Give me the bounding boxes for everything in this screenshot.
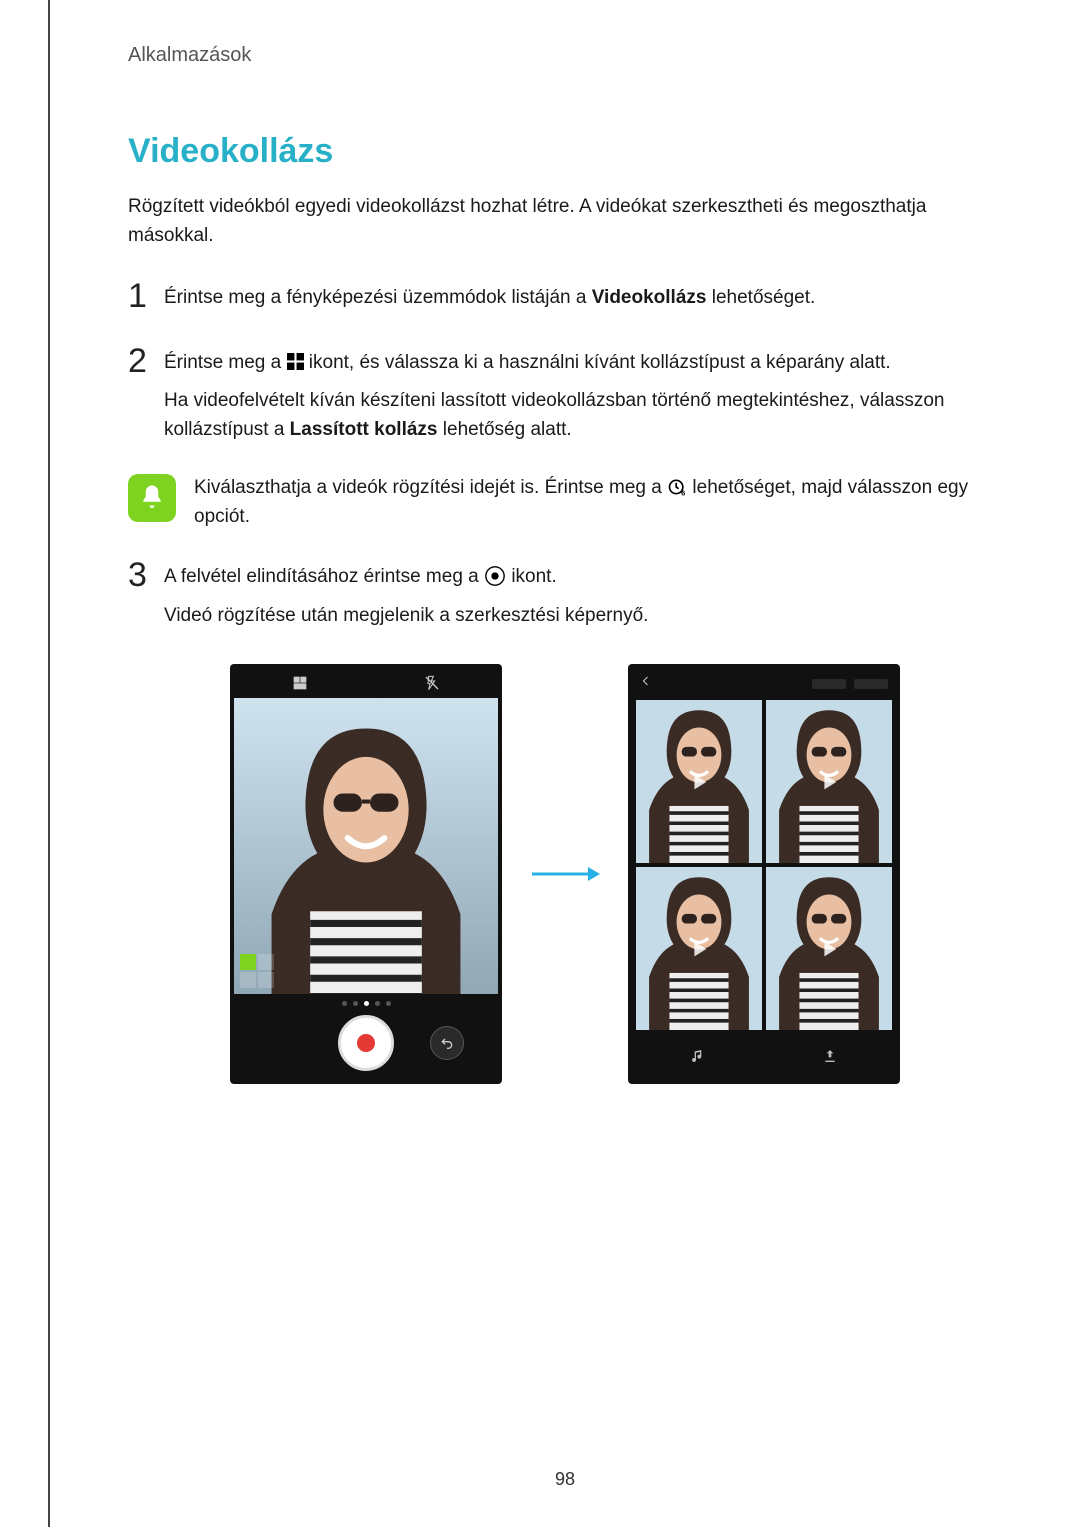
play-icon [688,771,710,793]
undo-button[interactable] [430,1026,464,1060]
play-icon [818,938,840,960]
step-number: 3 [128,557,150,640]
back-icon[interactable] [640,675,652,693]
step-1: 1 Érintse meg a fényképezési üzemmódok l… [128,278,1002,323]
timer-icon: 6 [667,477,687,497]
figure-row [128,664,1002,1084]
camera-viewfinder [234,698,498,994]
step-3-text-1: A felvétel elindításához érintse meg a i… [164,563,1002,592]
step-3-pre: A felvétel elindításához érintse meg a [164,566,484,587]
export-button[interactable] [822,1048,838,1064]
tip-callout: Kiválaszthatja a videók rögzítési idejét… [128,474,1002,531]
editor-bottombar [632,1034,896,1078]
mode-dots [234,998,498,1008]
page-title: Videokollázs [128,126,1002,177]
step-2-text-2: Ha videofelvételt kíván készíteni lassít… [164,387,1002,444]
collage-cell-3[interactable] [636,867,762,1030]
record-button[interactable] [338,1015,394,1071]
bell-icon [128,474,176,522]
step-2: 2 Érintse meg a ikont, és válassza ki a … [128,343,1002,455]
page-number: 98 [50,1466,1080,1493]
play-icon [818,771,840,793]
intro-text: Rögzített videókból egyedi videokollázst… [128,193,1002,250]
step-1-post: lehetőséget. [706,287,815,308]
collage-cell-4[interactable] [766,867,892,1030]
editor-topbar [632,672,896,696]
svg-text:6: 6 [681,488,685,497]
step-3: 3 A felvétel elindításához érintse meg a… [128,557,1002,640]
flash-off-icon [424,675,440,691]
editor-screenshot [628,664,900,1084]
record-inline-icon [484,565,506,587]
step-number: 1 [128,278,150,323]
camera-screenshot [230,664,502,1084]
camera-controls [234,1008,498,1078]
step-2-pre: Érintse meg a [164,352,287,373]
camera-collage-icon [292,675,308,691]
step-number: 2 [128,343,150,455]
document-page: Alkalmazások Videokollázs Rögzített vide… [48,0,1080,1527]
step-1-pre: Érintse meg a fényképezési üzemmódok lis… [164,287,592,308]
step-2-p2-bold: Lassított kollázs [290,419,438,440]
collage-progress-indicator [240,954,274,988]
step-2-post: ikont, és válassza ki a használni kívánt… [309,352,891,373]
collage-cell-1[interactable] [636,700,762,863]
play-icon [688,938,710,960]
step-1-bold: Videokollázs [592,287,707,308]
tip-text: Kiválaszthatja a videók rögzítési idejét… [194,474,1002,531]
step-3-post: ikont. [511,566,556,587]
step-3-text-2: Videó rögzítése után megjelenik a szerke… [164,602,1002,631]
tip-pre: Kiválaszthatja a videók rögzítési idejét… [194,477,667,498]
step-2-p2-post: lehetőség alatt. [438,419,572,440]
editor-action-2[interactable] [854,679,888,689]
collage-grid-icon [287,353,304,370]
camera-topbar [234,672,498,694]
step-1-text: Érintse meg a fényképezési üzemmódok lis… [164,284,1002,313]
editor-action-1[interactable] [812,679,846,689]
music-button[interactable] [690,1048,706,1064]
subject-portrait [234,698,498,994]
arrow-right-icon [530,864,600,884]
step-2-text-1: Érintse meg a ikont, és válassza ki a ha… [164,349,1002,378]
breadcrumb: Alkalmazások [128,40,1002,70]
collage-cell-2[interactable] [766,700,892,863]
collage-preview [632,696,896,1034]
